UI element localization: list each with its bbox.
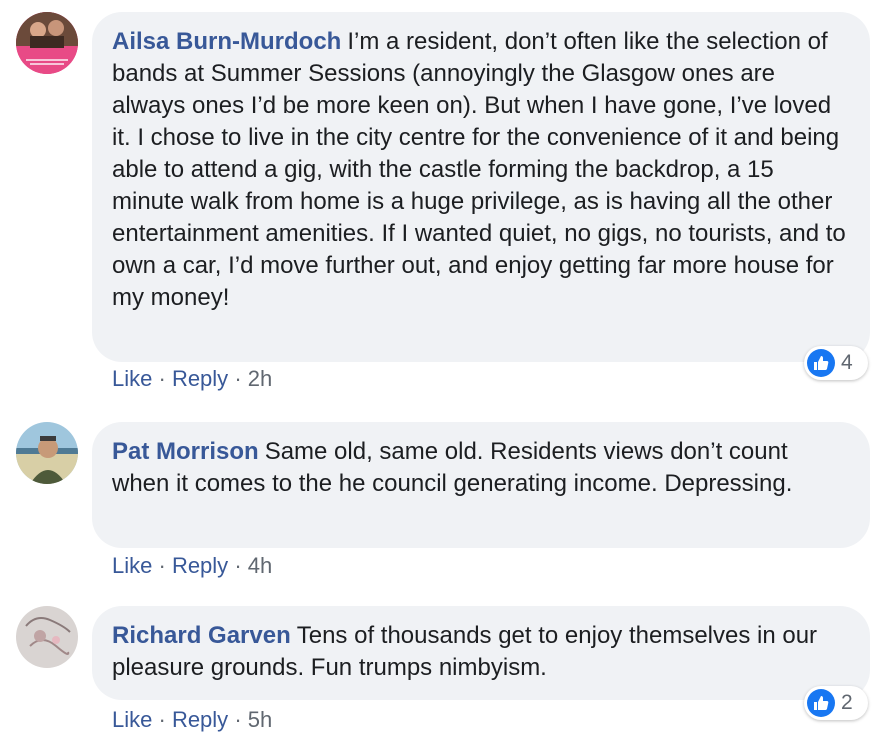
thumbs-up-icon <box>807 349 835 377</box>
comment-actions: Like · Reply · 2h <box>112 366 272 392</box>
timestamp[interactable]: 4h <box>248 553 272 578</box>
separator: · <box>234 707 242 732</box>
like-button[interactable]: Like <box>112 707 152 732</box>
profile-photo-icon <box>16 422 78 484</box>
reaction-count: 2 <box>841 691 853 714</box>
like-button[interactable]: Like <box>112 366 152 391</box>
avatar[interactable] <box>16 606 78 668</box>
separator: · <box>158 707 166 732</box>
comment-actions: Like · Reply · 5h <box>112 707 272 733</box>
reply-button[interactable]: Reply <box>172 707 228 732</box>
comment-bubble: Ailsa Burn-Murdoch I’m a resident, don’t … <box>92 12 870 362</box>
avatar[interactable] <box>16 12 78 74</box>
timestamp[interactable]: 5h <box>248 707 272 732</box>
avatar[interactable] <box>16 422 78 484</box>
reaction-summary[interactable]: 2 <box>804 686 868 720</box>
like-button[interactable]: Like <box>112 553 152 578</box>
reply-button[interactable]: Reply <box>172 366 228 391</box>
comment-author[interactable]: Ailsa Burn-Murdoch <box>112 28 341 55</box>
separator: · <box>234 366 242 391</box>
reply-button[interactable]: Reply <box>172 553 228 578</box>
comment-bubble: Pat Morrison Same old, same old. Resident… <box>92 422 870 548</box>
reaction-summary[interactable]: 4 <box>804 346 868 380</box>
comment-1: Ailsa Burn-Murdoch I’m a resident, don’t … <box>0 0 888 400</box>
profile-photo-icon <box>16 12 78 74</box>
reaction-count: 4 <box>841 351 853 374</box>
separator: · <box>234 553 242 578</box>
comment-bubble: Richard Garven Tens of thousands get to e… <box>92 606 870 700</box>
separator: · <box>158 366 166 391</box>
thumbs-up-icon <box>807 689 835 717</box>
profile-photo-icon <box>16 606 78 668</box>
comment-author[interactable]: Pat Morrison <box>112 438 259 465</box>
comment-text: I’m a resident, don’t often like the sel… <box>112 28 846 311</box>
timestamp[interactable]: 2h <box>248 366 272 391</box>
comment-author[interactable]: Richard Garven <box>112 622 291 649</box>
separator: · <box>158 553 166 578</box>
comment-actions: Like · Reply · 4h <box>112 553 272 579</box>
